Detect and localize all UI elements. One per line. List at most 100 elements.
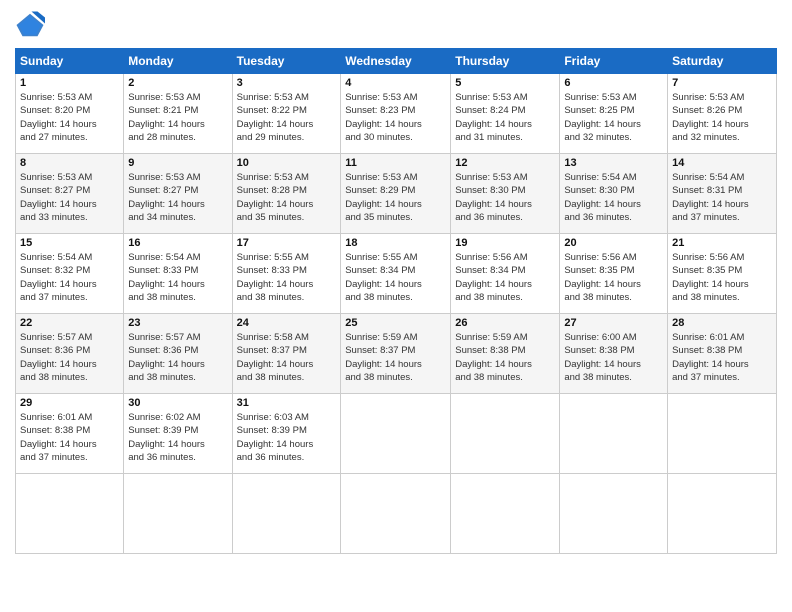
calendar-cell — [668, 394, 777, 474]
calendar-cell — [451, 394, 560, 474]
calendar-cell — [124, 474, 232, 554]
day-detail: Sunrise: 5:55 AM Sunset: 8:33 PM Dayligh… — [237, 251, 337, 304]
col-sunday: Sunday — [16, 49, 124, 74]
calendar-cell: 31 Sunrise: 6:03 AM Sunset: 8:39 PM Dayl… — [232, 394, 341, 474]
day-number: 28 — [672, 317, 772, 329]
day-detail: Sunrise: 5:54 AM Sunset: 8:30 PM Dayligh… — [564, 171, 663, 224]
calendar-cell: 27 Sunrise: 6:00 AM Sunset: 8:38 PM Dayl… — [560, 314, 668, 394]
day-number: 10 — [237, 157, 337, 169]
calendar-cell: 5 Sunrise: 5:53 AM Sunset: 8:24 PM Dayli… — [451, 74, 560, 154]
day-number: 11 — [345, 157, 446, 169]
day-detail: Sunrise: 5:58 AM Sunset: 8:37 PM Dayligh… — [237, 331, 337, 384]
day-number: 20 — [564, 237, 663, 249]
day-number: 14 — [672, 157, 772, 169]
calendar-cell — [560, 474, 668, 554]
day-detail: Sunrise: 5:53 AM Sunset: 8:22 PM Dayligh… — [237, 91, 337, 144]
calendar-cell: 9 Sunrise: 5:53 AM Sunset: 8:27 PM Dayli… — [124, 154, 232, 234]
day-number: 27 — [564, 317, 663, 329]
day-number: 4 — [345, 77, 446, 89]
calendar-cell: 2 Sunrise: 5:53 AM Sunset: 8:21 PM Dayli… — [124, 74, 232, 154]
day-number: 31 — [237, 397, 337, 409]
col-saturday: Saturday — [668, 49, 777, 74]
day-number: 6 — [564, 77, 663, 89]
day-number: 19 — [455, 237, 555, 249]
col-friday: Friday — [560, 49, 668, 74]
calendar-cell: 18 Sunrise: 5:55 AM Sunset: 8:34 PM Dayl… — [341, 234, 451, 314]
calendar-cell — [668, 474, 777, 554]
day-detail: Sunrise: 5:56 AM Sunset: 8:35 PM Dayligh… — [672, 251, 772, 304]
col-tuesday: Tuesday — [232, 49, 341, 74]
day-number: 24 — [237, 317, 337, 329]
day-number: 7 — [672, 77, 772, 89]
calendar-cell: 26 Sunrise: 5:59 AM Sunset: 8:38 PM Dayl… — [451, 314, 560, 394]
day-number: 15 — [20, 237, 119, 249]
day-detail: Sunrise: 6:01 AM Sunset: 8:38 PM Dayligh… — [20, 411, 119, 464]
calendar-week-row — [16, 474, 777, 554]
day-detail: Sunrise: 5:53 AM Sunset: 8:30 PM Dayligh… — [455, 171, 555, 224]
calendar-cell: 28 Sunrise: 6:01 AM Sunset: 8:38 PM Dayl… — [668, 314, 777, 394]
calendar-cell: 29 Sunrise: 6:01 AM Sunset: 8:38 PM Dayl… — [16, 394, 124, 474]
logo — [15, 10, 49, 40]
day-detail: Sunrise: 5:53 AM Sunset: 8:29 PM Dayligh… — [345, 171, 446, 224]
page: Sunday Monday Tuesday Wednesday Thursday… — [0, 0, 792, 612]
calendar-cell: 24 Sunrise: 5:58 AM Sunset: 8:37 PM Dayl… — [232, 314, 341, 394]
calendar-cell: 23 Sunrise: 5:57 AM Sunset: 8:36 PM Dayl… — [124, 314, 232, 394]
day-detail: Sunrise: 5:53 AM Sunset: 8:20 PM Dayligh… — [20, 91, 119, 144]
day-detail: Sunrise: 6:01 AM Sunset: 8:38 PM Dayligh… — [672, 331, 772, 384]
day-number: 12 — [455, 157, 555, 169]
calendar-cell: 3 Sunrise: 5:53 AM Sunset: 8:22 PM Dayli… — [232, 74, 341, 154]
day-detail: Sunrise: 5:53 AM Sunset: 8:27 PM Dayligh… — [20, 171, 119, 224]
calendar-cell: 20 Sunrise: 5:56 AM Sunset: 8:35 PM Dayl… — [560, 234, 668, 314]
calendar-week-row: 15 Sunrise: 5:54 AM Sunset: 8:32 PM Dayl… — [16, 234, 777, 314]
calendar-cell: 25 Sunrise: 5:59 AM Sunset: 8:37 PM Dayl… — [341, 314, 451, 394]
day-number: 21 — [672, 237, 772, 249]
day-detail: Sunrise: 5:57 AM Sunset: 8:36 PM Dayligh… — [20, 331, 119, 384]
col-monday: Monday — [124, 49, 232, 74]
day-number: 30 — [128, 397, 227, 409]
day-number: 17 — [237, 237, 337, 249]
calendar-week-row: 1 Sunrise: 5:53 AM Sunset: 8:20 PM Dayli… — [16, 74, 777, 154]
day-detail: Sunrise: 5:53 AM Sunset: 8:26 PM Dayligh… — [672, 91, 772, 144]
calendar-cell — [560, 394, 668, 474]
calendar-cell: 8 Sunrise: 5:53 AM Sunset: 8:27 PM Dayli… — [16, 154, 124, 234]
calendar-cell: 1 Sunrise: 5:53 AM Sunset: 8:20 PM Dayli… — [16, 74, 124, 154]
day-detail: Sunrise: 5:54 AM Sunset: 8:33 PM Dayligh… — [128, 251, 227, 304]
day-number: 3 — [237, 77, 337, 89]
calendar-cell — [341, 474, 451, 554]
day-number: 26 — [455, 317, 555, 329]
calendar-cell: 16 Sunrise: 5:54 AM Sunset: 8:33 PM Dayl… — [124, 234, 232, 314]
day-detail: Sunrise: 5:54 AM Sunset: 8:32 PM Dayligh… — [20, 251, 119, 304]
day-detail: Sunrise: 5:53 AM Sunset: 8:28 PM Dayligh… — [237, 171, 337, 224]
day-detail: Sunrise: 5:53 AM Sunset: 8:23 PM Dayligh… — [345, 91, 446, 144]
calendar-cell: 22 Sunrise: 5:57 AM Sunset: 8:36 PM Dayl… — [16, 314, 124, 394]
calendar-table: Sunday Monday Tuesday Wednesday Thursday… — [15, 48, 777, 554]
header — [15, 10, 777, 40]
calendar-cell — [232, 474, 341, 554]
col-thursday: Thursday — [451, 49, 560, 74]
day-detail: Sunrise: 6:02 AM Sunset: 8:39 PM Dayligh… — [128, 411, 227, 464]
col-wednesday: Wednesday — [341, 49, 451, 74]
calendar-cell: 4 Sunrise: 5:53 AM Sunset: 8:23 PM Dayli… — [341, 74, 451, 154]
calendar-cell: 6 Sunrise: 5:53 AM Sunset: 8:25 PM Dayli… — [560, 74, 668, 154]
day-detail: Sunrise: 5:53 AM Sunset: 8:24 PM Dayligh… — [455, 91, 555, 144]
day-detail: Sunrise: 5:54 AM Sunset: 8:31 PM Dayligh… — [672, 171, 772, 224]
day-detail: Sunrise: 5:56 AM Sunset: 8:34 PM Dayligh… — [455, 251, 555, 304]
calendar-cell — [16, 474, 124, 554]
calendar-cell: 11 Sunrise: 5:53 AM Sunset: 8:29 PM Dayl… — [341, 154, 451, 234]
day-detail: Sunrise: 5:59 AM Sunset: 8:37 PM Dayligh… — [345, 331, 446, 384]
day-number: 5 — [455, 77, 555, 89]
calendar-cell: 21 Sunrise: 5:56 AM Sunset: 8:35 PM Dayl… — [668, 234, 777, 314]
day-number: 29 — [20, 397, 119, 409]
day-detail: Sunrise: 5:53 AM Sunset: 8:25 PM Dayligh… — [564, 91, 663, 144]
day-number: 1 — [20, 77, 119, 89]
calendar-cell: 14 Sunrise: 5:54 AM Sunset: 8:31 PM Dayl… — [668, 154, 777, 234]
day-number: 22 — [20, 317, 119, 329]
calendar-cell: 19 Sunrise: 5:56 AM Sunset: 8:34 PM Dayl… — [451, 234, 560, 314]
day-detail: Sunrise: 6:03 AM Sunset: 8:39 PM Dayligh… — [237, 411, 337, 464]
day-number: 16 — [128, 237, 227, 249]
calendar-week-row: 8 Sunrise: 5:53 AM Sunset: 8:27 PM Dayli… — [16, 154, 777, 234]
day-detail: Sunrise: 5:55 AM Sunset: 8:34 PM Dayligh… — [345, 251, 446, 304]
calendar-cell: 10 Sunrise: 5:53 AM Sunset: 8:28 PM Dayl… — [232, 154, 341, 234]
day-number: 9 — [128, 157, 227, 169]
day-number: 13 — [564, 157, 663, 169]
